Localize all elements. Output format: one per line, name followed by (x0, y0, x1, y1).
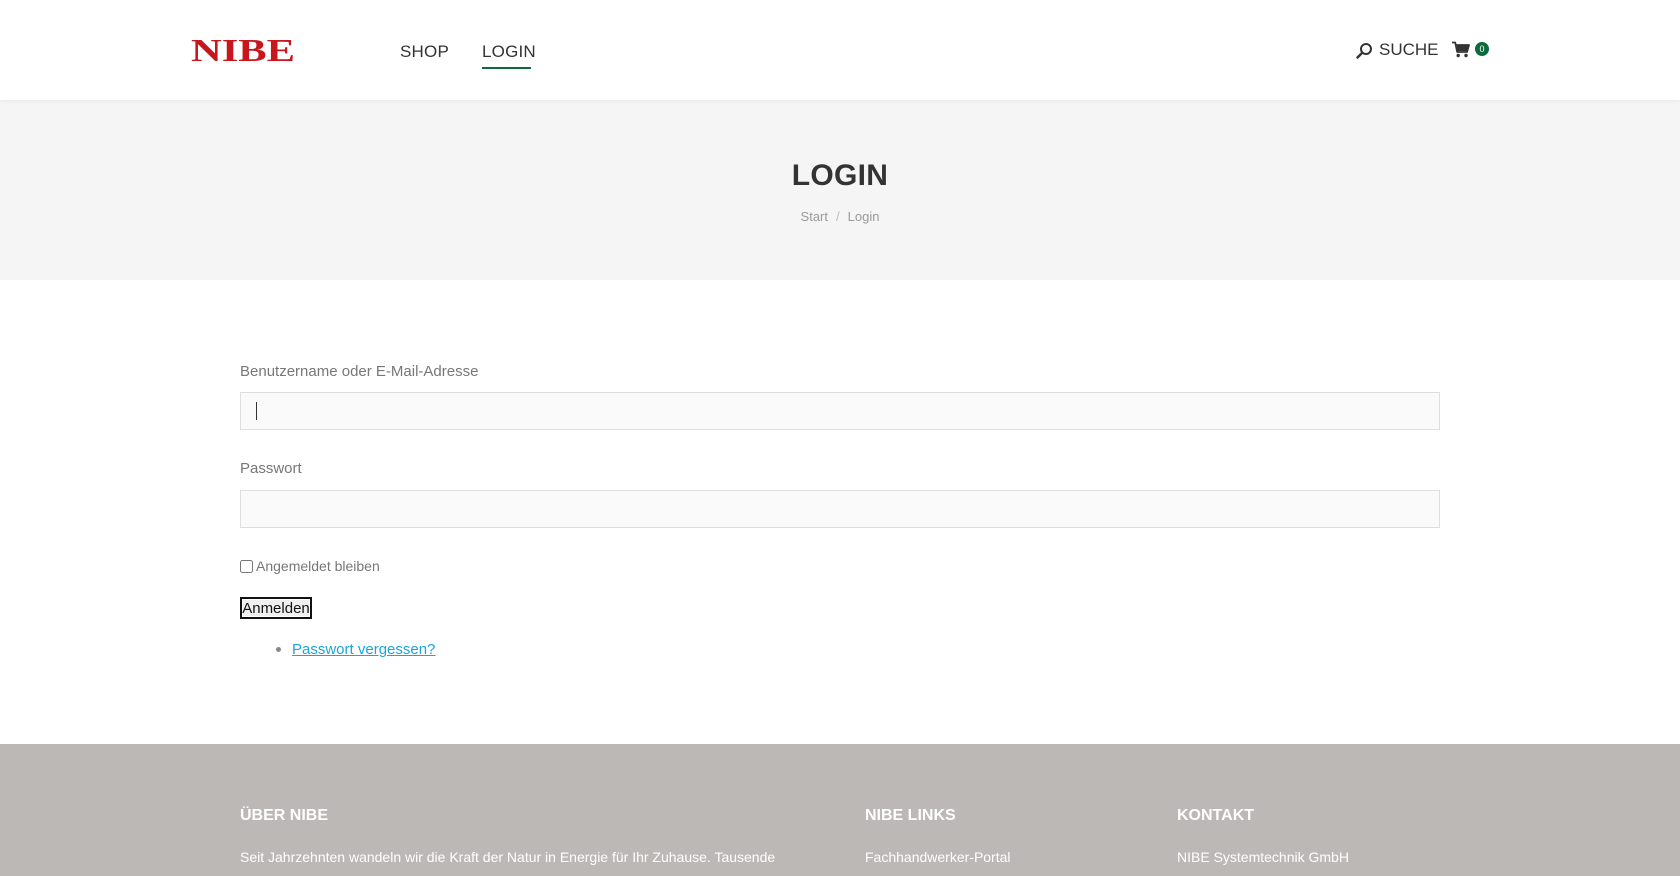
cart-button[interactable]: 0 (1452, 40, 1492, 60)
page-title: LOGIN (791, 159, 889, 192)
breadcrumb: Start / Login (0, 209, 1680, 224)
breadcrumb-start[interactable]: Start (801, 209, 828, 224)
site-header: NIBE SHOP LOGIN SUCHE 0 (0, 0, 1680, 100)
breadcrumb-current: Login (847, 209, 880, 224)
nibe-logo[interactable]: NIBE (191, 34, 295, 66)
nav-login[interactable]: LOGIN (482, 42, 536, 62)
password-input[interactable] (240, 490, 1440, 528)
password-label: Passwort (240, 460, 302, 477)
username-input[interactable] (240, 392, 1440, 430)
search-label: SUCHE (1379, 40, 1439, 59)
search-button[interactable]: SUCHE (1356, 40, 1439, 60)
shopping-cart-icon (1452, 41, 1470, 58)
cart-count-badge: 0 (1475, 42, 1489, 56)
remember-me-checkbox[interactable] (240, 559, 253, 573)
breadcrumb-separator: / (836, 209, 840, 224)
remember-me-label: Angemeldet bleiben (256, 558, 380, 574)
username-label: Benutzername oder E-Mail-Adresse (240, 363, 479, 380)
nav-shop[interactable]: SHOP (400, 42, 449, 62)
forgot-password-link[interactable]: Passwort vergessen? (292, 641, 435, 658)
search-icon (1356, 42, 1372, 59)
nav-active-indicator (482, 67, 531, 69)
footer-heading-links: NIBE LINKS (865, 807, 956, 824)
login-submit-button[interactable]: Anmelden (240, 597, 312, 619)
text-cursor (256, 402, 257, 420)
footer-about-text: Seit Jahrzehnten wandeln wir die Kraft d… (240, 849, 776, 865)
remember-me[interactable]: Angemeldet bleiben (240, 558, 380, 574)
footer-contact-company: NIBE Systemtechnik GmbH (1177, 849, 1349, 865)
footer-heading-contact: KONTAKT (1177, 807, 1255, 824)
list-bullet (276, 647, 281, 652)
footer-heading-about: ÜBER NIBE (240, 807, 329, 824)
footer-link-fachhandwerker[interactable]: Fachhandwerker-Portal (865, 849, 1011, 865)
svg-text:NIBE: NIBE (191, 34, 295, 66)
